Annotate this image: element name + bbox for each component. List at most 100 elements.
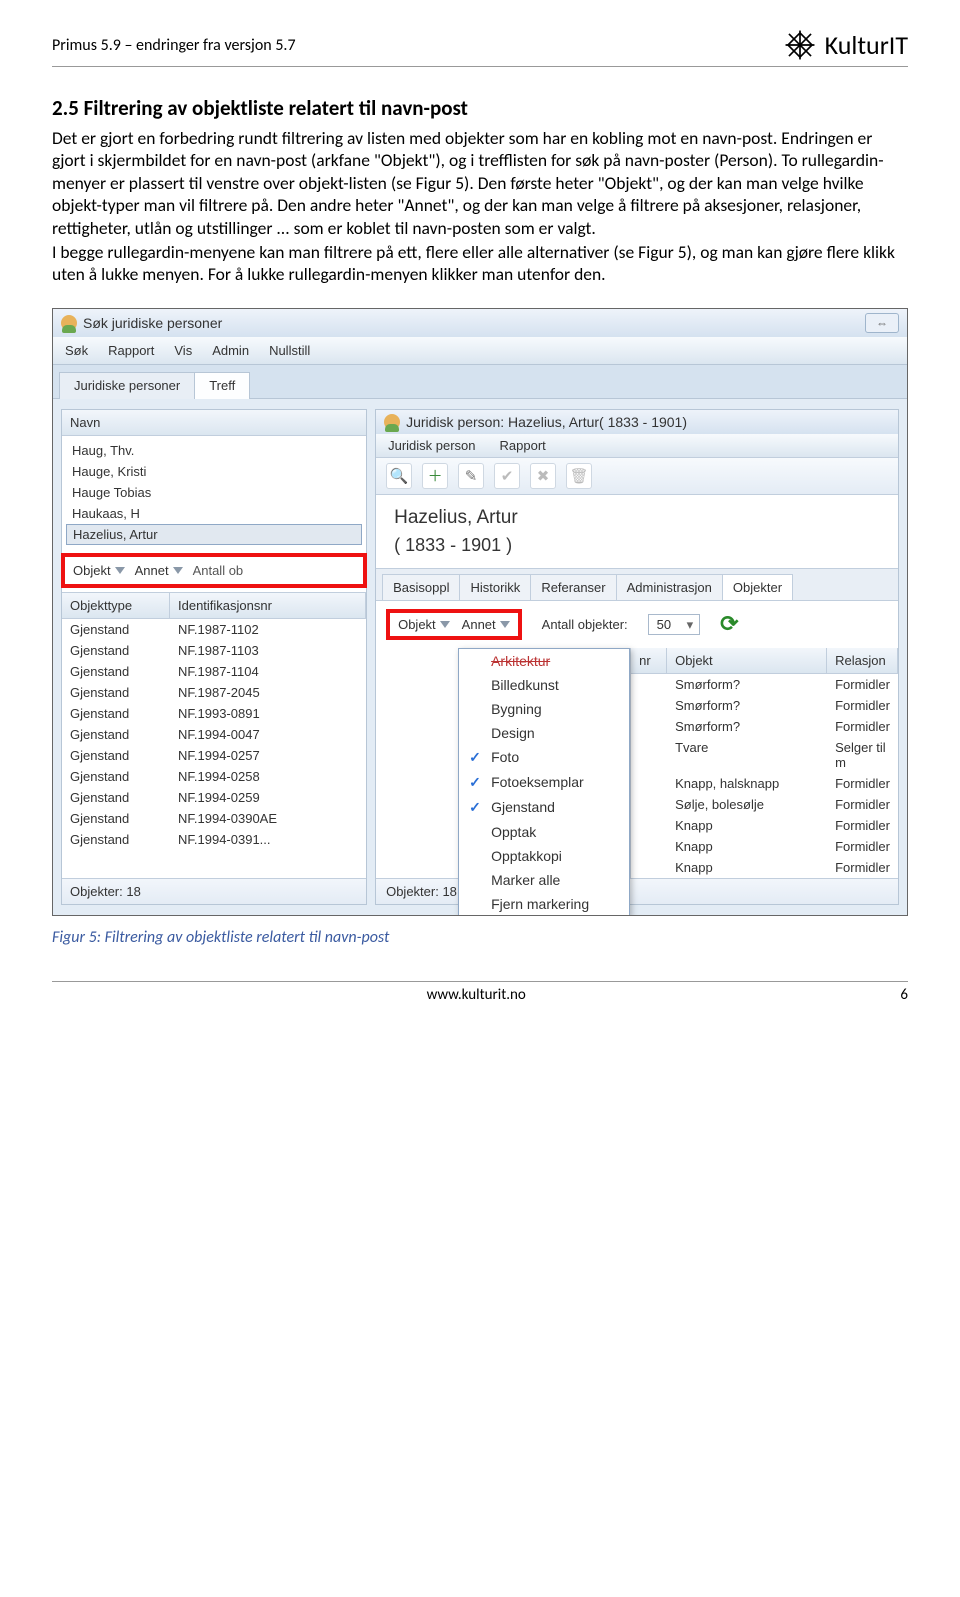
table-row[interactable]: GjenstandNF.1987-2045 (62, 682, 366, 703)
inner-table-header: nr Objekt Relasjon (631, 648, 898, 674)
objekt-dropdown[interactable]: Objekt (73, 563, 125, 578)
annet-dropdown[interactable]: Annet (135, 563, 183, 578)
table-row[interactable]: GjenstandNF.1994-0047 (62, 724, 366, 745)
main-menubar: Søk Rapport Vis Admin Nullstill (53, 337, 907, 365)
check-icon: ✓ (469, 799, 483, 816)
person-icon (61, 315, 77, 331)
name-list: Haug, Thv. Hauge, Kristi Hauge Tobias Ha… (62, 436, 366, 549)
table-row[interactable]: TvareSelger til m (631, 737, 898, 773)
col-relasjon[interactable]: Relasjon (827, 648, 898, 673)
tab-juridiske[interactable]: Juridiske personer (59, 372, 195, 399)
save-icon[interactable]: ✔ (494, 463, 520, 489)
table-row[interactable]: Knapp, halsknappFormidler (631, 773, 898, 794)
antall-label: Antall ob (193, 563, 244, 578)
antall-objekter-select[interactable]: 50 (648, 614, 700, 635)
table-row[interactable]: GjenstandNF.1987-1103 (62, 640, 366, 661)
menu-sok[interactable]: Søk (55, 340, 98, 361)
tab-treff[interactable]: Treff (194, 372, 250, 399)
toolbar: 🔍 ＋ ✎ ✔ ✖ 🗑 (376, 458, 898, 495)
window-titlebar: Søk juridiske personer ⇔ (53, 309, 907, 337)
brand-name: KulturIT (825, 29, 908, 61)
dropdown-item[interactable]: Arkitektur (459, 649, 629, 673)
window-title-text: Søk juridiske personer (83, 315, 222, 331)
table-row[interactable]: KnappFormidler (631, 857, 898, 878)
table-row[interactable]: GjenstandNF.1993-0891 (62, 703, 366, 724)
delete-icon[interactable]: 🗑 (566, 463, 592, 489)
right-title-text: Juridisk person: Hazelius, Artur( 1833 -… (406, 414, 687, 430)
table-row[interactable]: GjenstandNF.1994-0259 (62, 787, 366, 808)
annet-dropdown-right[interactable]: Annet (462, 617, 510, 632)
app-screenshot: Søk juridiske personer ⇔ Søk Rapport Vis… (52, 308, 908, 916)
table-row[interactable]: GjenstandNF.1987-1102 (62, 619, 366, 640)
table-row[interactable]: GjenstandNF.1994-0390AE (62, 808, 366, 829)
table-row[interactable]: Smørform?Formidler (631, 716, 898, 737)
page-number: 6 (900, 986, 908, 1004)
cancel-icon[interactable]: ✖ (530, 463, 556, 489)
list-item[interactable]: Hauge, Kristi (62, 461, 366, 482)
col-objekttype[interactable]: Objekttype (62, 593, 170, 618)
tab-historikk[interactable]: Historikk (459, 574, 531, 601)
menu-admin[interactable]: Admin (202, 340, 259, 361)
page-footer: www.kulturit.no 6 (52, 981, 908, 1004)
table-row[interactable]: GjenstandNF.1994-0391... (62, 829, 366, 850)
dropdown-item[interactable]: Marker alle (459, 868, 629, 892)
search-icon[interactable]: 🔍 (386, 463, 412, 489)
antall-objekter-label: Antall objekter: (542, 617, 628, 632)
table-row[interactable]: Smørform?Formidler (631, 674, 898, 695)
table-row[interactable]: GjenstandNF.1994-0257 (62, 745, 366, 766)
left-filter-row-highlighted: Objekt Annet Antall ob (61, 553, 367, 588)
right-menubar: Juridisk person Rapport (376, 434, 898, 458)
chevron-down-icon (500, 621, 510, 628)
list-item[interactable]: Haukaas, H (62, 503, 366, 524)
chevron-down-icon (173, 567, 183, 574)
chevron-down-icon (440, 621, 450, 628)
menu-rapport[interactable]: Rapport (98, 340, 164, 361)
objekt-dropdown-popup: Arkitektur BilledkunstBygningDesign✓Foto… (458, 648, 630, 916)
right-footer-status: Objekter: 18 (376, 878, 898, 904)
table-row[interactable]: KnappFormidler (631, 836, 898, 857)
inner-tabs: Basisoppl Historikk Referanser Administr… (376, 568, 898, 601)
list-item[interactable]: Haug, Thv. (62, 440, 366, 461)
table-row[interactable]: GjenstandNF.1994-0258 (62, 766, 366, 787)
menu-rapport-right[interactable]: Rapport (488, 434, 558, 457)
col-identnr[interactable]: Identifikasjonsnr (170, 593, 366, 618)
tab-basisoppl[interactable]: Basisoppl (382, 574, 460, 601)
right-titlebar: Juridisk person: Hazelius, Artur( 1833 -… (376, 410, 898, 434)
inner-object-table: nr Objekt Relasjon Smørform?FormidlerSmø… (630, 648, 898, 878)
col-nr[interactable]: nr (631, 648, 667, 673)
dropdown-item[interactable]: ✓Fotoeksemplar (459, 770, 629, 795)
object-table-body: GjenstandNF.1987-1102GjenstandNF.1987-11… (62, 619, 366, 850)
refresh-icon[interactable]: ⟳ (720, 611, 738, 637)
section-heading: 2.5 Filtrering av objektliste relatert t… (52, 95, 908, 121)
dropdown-item[interactable]: Design (459, 721, 629, 745)
tab-objekter[interactable]: Objekter (722, 574, 793, 601)
dropdown-item[interactable]: ✓Gjenstand (459, 795, 629, 820)
dropdown-item[interactable]: Billedkunst (459, 673, 629, 697)
edit-icon[interactable]: ✎ (458, 463, 484, 489)
nav-arrow-button[interactable]: ⇔ (865, 313, 899, 333)
table-row[interactable]: GjenstandNF.1987-1104 (62, 661, 366, 682)
paragraph-2: I begge rullegardin-menyene kan man filt… (52, 241, 908, 286)
new-icon[interactable]: ＋ (422, 463, 448, 489)
check-icon: ✓ (469, 774, 483, 791)
col-objekt[interactable]: Objekt (667, 648, 827, 673)
objekt-dropdown-right[interactable]: Objekt (398, 617, 450, 632)
doc-title: Primus 5.9 – endringer fra versjon 5.7 (52, 36, 296, 55)
menu-juridisk-person[interactable]: Juridisk person (376, 434, 487, 457)
tab-administrasjon[interactable]: Administrasjon (616, 574, 723, 601)
menu-nullstill[interactable]: Nullstill (259, 340, 320, 361)
dropdown-item[interactable]: Fjern markering (459, 892, 629, 916)
list-item[interactable]: Hauge Tobias (62, 482, 366, 503)
dropdown-item[interactable]: Bygning (459, 697, 629, 721)
right-filter-row: Objekt Annet Antall objekter: 50 ⟳ (376, 601, 898, 648)
list-item-selected[interactable]: Hazelius, Artur (66, 524, 362, 545)
table-row[interactable]: KnappFormidler (631, 815, 898, 836)
dropdown-item[interactable]: ✓Foto (459, 745, 629, 770)
table-row[interactable]: Smørform?Formidler (631, 695, 898, 716)
table-row[interactable]: Sølje, bolesøljeFormidler (631, 794, 898, 815)
menu-vis[interactable]: Vis (164, 340, 202, 361)
dropdown-item[interactable]: Opptakkopi (459, 844, 629, 868)
dropdown-item[interactable]: Opptak (459, 820, 629, 844)
tab-referanser[interactable]: Referanser (530, 574, 616, 601)
right-panel: Juridisk person: Hazelius, Artur( 1833 -… (375, 409, 899, 905)
